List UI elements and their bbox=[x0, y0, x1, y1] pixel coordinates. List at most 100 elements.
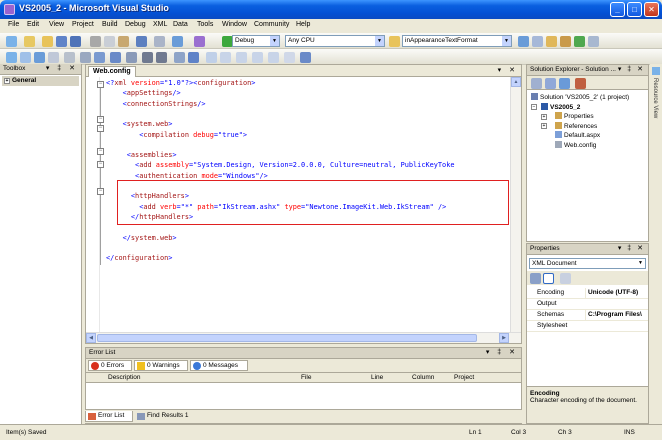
uncomment-selection-icon[interactable] bbox=[188, 52, 199, 63]
tab-web-config[interactable]: Web.config bbox=[88, 66, 136, 77]
maximize-button[interactable]: □ bbox=[627, 2, 642, 17]
code-line[interactable]: <add assembly="System.Design, Version=2.… bbox=[106, 161, 454, 170]
property-row[interactable]: Stylesheet bbox=[527, 321, 648, 332]
display-object-member-list-icon[interactable] bbox=[64, 52, 75, 63]
toolbox-group-general[interactable]: + General bbox=[2, 76, 79, 86]
clear-bookmarks-icon[interactable] bbox=[284, 52, 295, 63]
menu-view[interactable]: View bbox=[49, 21, 64, 28]
menu-xml[interactable]: XML bbox=[153, 21, 167, 28]
properties-window-buttons[interactable]: ▾ ‡ ✕ bbox=[618, 244, 645, 254]
warnings-filter-button[interactable]: 0 Warnings bbox=[134, 360, 188, 371]
redo-icon[interactable] bbox=[154, 36, 165, 47]
column-project[interactable]: Project bbox=[454, 373, 474, 382]
collapse-icon[interactable]: − bbox=[97, 125, 104, 132]
parameter-info-icon[interactable] bbox=[80, 52, 91, 63]
column-file[interactable]: File bbox=[301, 373, 311, 382]
new-project-icon[interactable] bbox=[6, 36, 17, 47]
navigate-forward-icon[interactable] bbox=[194, 36, 205, 47]
copy-website-icon[interactable] bbox=[575, 78, 586, 89]
vertical-scrollbar[interactable]: ▲ bbox=[510, 77, 521, 332]
tree-item[interactable]: VS2005_2 bbox=[541, 102, 580, 112]
categorized-icon[interactable] bbox=[530, 273, 541, 284]
find-in-files-icon[interactable] bbox=[389, 36, 400, 47]
save-icon[interactable] bbox=[56, 36, 67, 47]
undo-icon[interactable] bbox=[136, 36, 147, 47]
menu-tools[interactable]: Tools bbox=[197, 21, 213, 28]
previous-bookmark-icon[interactable] bbox=[220, 52, 231, 63]
debug-xslt-icon[interactable] bbox=[34, 52, 45, 63]
find-input[interactable]: inAppearanceTextFormat ▼ bbox=[402, 35, 512, 47]
property-pages-icon[interactable] bbox=[560, 273, 571, 284]
menu-help[interactable]: Help bbox=[296, 21, 310, 28]
errors-filter-button[interactable]: 0 Errors bbox=[88, 360, 132, 371]
horizontal-scroll-thumb[interactable] bbox=[97, 334, 477, 342]
resource-view-tab[interactable]: Resource View bbox=[650, 64, 662, 164]
code-line[interactable]: <assemblies> bbox=[106, 151, 177, 160]
code-line[interactable]: </system.web> bbox=[106, 234, 177, 243]
property-value[interactable]: Unicode (UTF-8) bbox=[585, 288, 648, 298]
code-line[interactable]: <system.web> bbox=[106, 120, 173, 129]
word-completion-icon[interactable] bbox=[110, 52, 121, 63]
navigate-backward-icon[interactable] bbox=[172, 36, 183, 47]
decrease-indent-icon[interactable] bbox=[142, 52, 153, 63]
property-row[interactable]: Encoding Unicode (UTF-8) bbox=[527, 288, 648, 299]
toggle-bookmark-icon[interactable] bbox=[126, 52, 137, 63]
menu-data[interactable]: Data bbox=[173, 21, 188, 28]
code-line[interactable]: <?xml version="1.0"?><configuration> bbox=[106, 79, 255, 88]
collapse-icon[interactable]: − bbox=[97, 81, 104, 88]
tab-find-results[interactable]: Find Results 1 bbox=[135, 411, 205, 422]
open-file-icon[interactable] bbox=[42, 36, 53, 47]
collapse-icon[interactable]: − bbox=[97, 148, 104, 155]
menu-community[interactable]: Community bbox=[254, 21, 289, 28]
copy-icon[interactable] bbox=[104, 36, 115, 47]
scroll-right-icon[interactable]: ▶ bbox=[499, 333, 509, 343]
tree-item[interactable]: Default.aspx bbox=[555, 131, 600, 140]
comment-selection-icon[interactable] bbox=[174, 52, 185, 63]
column-column[interactable]: Column bbox=[412, 373, 434, 382]
paste-icon[interactable] bbox=[118, 36, 129, 47]
properties-icon[interactable] bbox=[531, 78, 542, 89]
column-description[interactable]: Description bbox=[108, 373, 141, 382]
expand-icon[interactable]: + bbox=[541, 113, 547, 120]
property-row[interactable]: Schemas C:\Program Files\ bbox=[527, 310, 648, 321]
add-item-icon[interactable] bbox=[24, 36, 35, 47]
scroll-left-icon[interactable]: ◀ bbox=[86, 333, 96, 343]
next-bookmark-icon[interactable] bbox=[236, 52, 247, 63]
object-browser-icon[interactable] bbox=[546, 36, 557, 47]
property-value[interactable]: C:\Program Files\ bbox=[585, 310, 648, 320]
start-page-icon[interactable] bbox=[574, 36, 585, 47]
schemas-icon[interactable] bbox=[48, 52, 59, 63]
horizontal-scrollbar[interactable]: ◀ ▶ bbox=[86, 332, 521, 343]
quick-info-icon[interactable] bbox=[94, 52, 105, 63]
command-window-icon[interactable] bbox=[588, 36, 599, 47]
next-bookmark-folder-icon[interactable] bbox=[268, 52, 279, 63]
show-all-files-icon[interactable] bbox=[545, 78, 556, 89]
menu-edit[interactable]: Edit bbox=[27, 21, 39, 28]
menu-file[interactable]: File bbox=[8, 21, 19, 28]
properties-window-icon[interactable] bbox=[532, 36, 543, 47]
tab-error-list[interactable]: Error List bbox=[85, 411, 133, 422]
show-xslt-output-icon[interactable] bbox=[20, 52, 31, 63]
alphabetical-icon[interactable] bbox=[543, 273, 554, 284]
refresh-icon[interactable] bbox=[559, 78, 570, 89]
code-line[interactable]: </configuration> bbox=[106, 254, 172, 263]
tree-item[interactable]: References bbox=[555, 121, 597, 131]
bookmark-icon[interactable] bbox=[206, 52, 217, 63]
menu-window[interactable]: Window bbox=[222, 21, 247, 28]
menu-debug[interactable]: Debug bbox=[125, 21, 146, 28]
menu-project[interactable]: Project bbox=[72, 21, 94, 28]
messages-filter-button[interactable]: 0 Messages bbox=[190, 360, 248, 371]
solution-explorer-icon[interactable] bbox=[518, 36, 529, 47]
close-button[interactable]: ✕ bbox=[644, 2, 659, 17]
column-line[interactable]: Line bbox=[371, 373, 383, 382]
code-line[interactable]: <compilation debug="true"> bbox=[106, 131, 247, 140]
collapse-icon[interactable]: − bbox=[97, 116, 104, 123]
scroll-up-icon[interactable]: ▲ bbox=[511, 77, 521, 87]
minimize-button[interactable]: _ bbox=[610, 2, 625, 17]
previous-bookmark-folder-icon[interactable] bbox=[252, 52, 263, 63]
create-schema-icon[interactable] bbox=[6, 52, 17, 63]
tree-item[interactable]: Properties bbox=[555, 112, 594, 121]
expand-icon[interactable]: + bbox=[4, 78, 10, 84]
code-line[interactable]: <appSettings/> bbox=[106, 89, 181, 98]
save-all-icon[interactable] bbox=[70, 36, 81, 47]
